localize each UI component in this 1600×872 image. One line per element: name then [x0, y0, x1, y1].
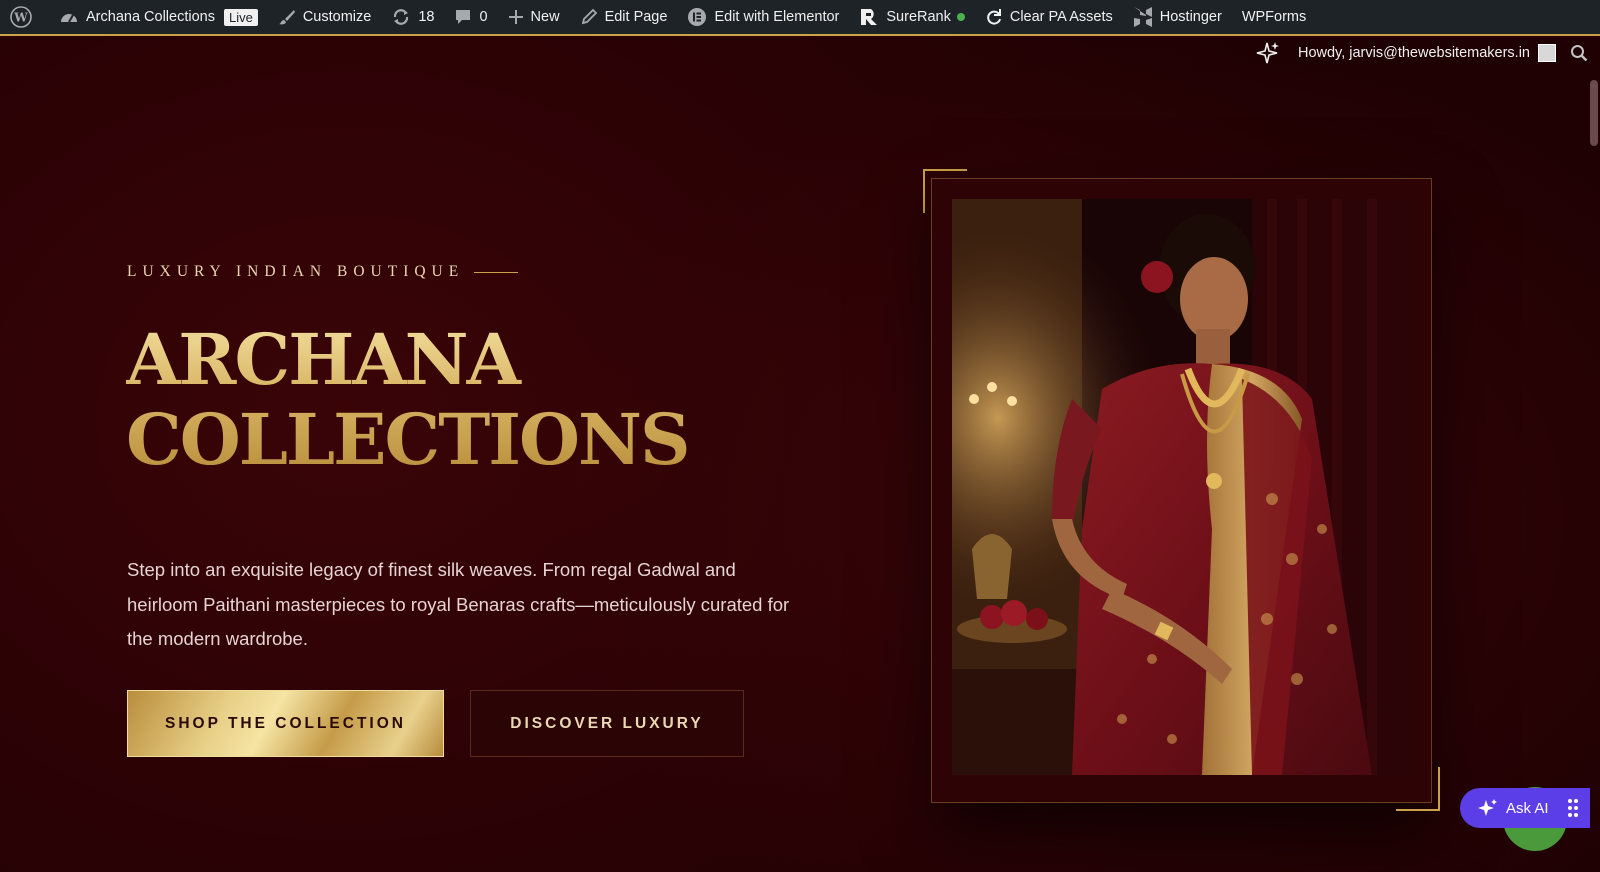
comment-icon [456, 10, 471, 24]
updates-icon [394, 9, 409, 25]
new-label: New [530, 9, 560, 25]
wpforms-menu[interactable]: WPForms [1232, 0, 1316, 35]
wpforms-label: WPForms [1241, 9, 1307, 25]
search-icon[interactable] [1570, 44, 1588, 62]
comments-button[interactable]: 0 [444, 0, 497, 35]
account-bar: Howdy, jarvis@thewebsitemakers.in [1254, 38, 1600, 68]
surerank-label: SureRank [886, 9, 951, 25]
edit-page-label: Edit Page [604, 9, 668, 25]
hero-eyebrow: LUXURY INDIAN BOUTIQUE [127, 263, 519, 281]
sparkle-icon[interactable] [1254, 40, 1280, 66]
customize-label: Customize [302, 9, 372, 25]
hostinger-menu[interactable]: Hostinger [1123, 0, 1232, 35]
brush-icon [278, 10, 295, 25]
plus-icon [508, 10, 523, 24]
hostinger-label: Hostinger [1159, 9, 1222, 25]
customize-button[interactable]: Customize [268, 0, 382, 35]
discover-luxury-button[interactable]: DISCOVER LUXURY [470, 690, 744, 757]
site-name: Archana Collections [86, 9, 215, 25]
hero-description: Step into an exquisite legacy of finest … [127, 559, 790, 649]
ask-ai-button[interactable]: Ask AI [1460, 788, 1590, 828]
edit-elementor-label: Edit with Elementor [714, 9, 840, 25]
clear-pa-label: Clear PA Assets [1009, 9, 1113, 25]
pencil-icon [581, 8, 597, 25]
edit-page-button[interactable]: Edit Page [570, 0, 678, 35]
frame-corner-bottom-right [1396, 767, 1440, 811]
drag-handle-icon[interactable] [1567, 798, 1579, 818]
dashboard-icon [61, 14, 77, 23]
edit-with-elementor-button[interactable]: Edit with Elementor [677, 0, 849, 35]
surerank-menu[interactable]: SureRank [849, 0, 974, 35]
wordpress-logo-icon[interactable]: W [0, 0, 49, 35]
eyebrow-text: LUXURY INDIAN BOUTIQUE [127, 263, 465, 280]
live-badge: Live [223, 8, 258, 26]
eyebrow-divider [474, 271, 519, 273]
shop-the-collection-button[interactable]: SHOP THE COLLECTION [127, 690, 444, 757]
hero-title-line-1: ARCHANA [126, 318, 519, 401]
hero-image-model-in-saree [952, 199, 1412, 775]
hostinger-icon [1133, 7, 1152, 27]
avatar[interactable] [1538, 44, 1556, 62]
wp-admin-bar: W Archana Collections Live Customize 18 … [0, 0, 1600, 36]
new-content-button[interactable]: New [498, 0, 570, 35]
hero-image-frame [931, 178, 1432, 803]
howdy-user-menu[interactable]: Howdy, jarvis@thewebsitemakers.in [1298, 45, 1530, 61]
site-name-menu[interactable]: Archana Collections Live [49, 0, 268, 35]
clear-pa-assets-button[interactable]: Clear PA Assets [975, 0, 1123, 35]
ai-sparkle-icon [1478, 799, 1497, 816]
scrollbar[interactable] [1590, 80, 1598, 146]
updates-count: 18 [418, 9, 435, 25]
comments-count: 0 [479, 9, 488, 25]
svg-text:W: W [13, 11, 28, 25]
refresh-icon [987, 9, 1001, 25]
surerank-icon [861, 9, 878, 25]
surerank-status-dot [956, 13, 965, 21]
hero-section: Howdy, jarvis@thewebsitemakers.in LUXURY… [0, 38, 1600, 872]
hero-title-line-2: COLLECTIONS [126, 398, 689, 481]
hero-title: ARCHANA COLLECTIONS [126, 320, 689, 480]
elementor-icon [688, 8, 707, 26]
ask-ai-label: Ask AI [1506, 799, 1549, 817]
updates-button[interactable]: 18 [381, 0, 444, 35]
